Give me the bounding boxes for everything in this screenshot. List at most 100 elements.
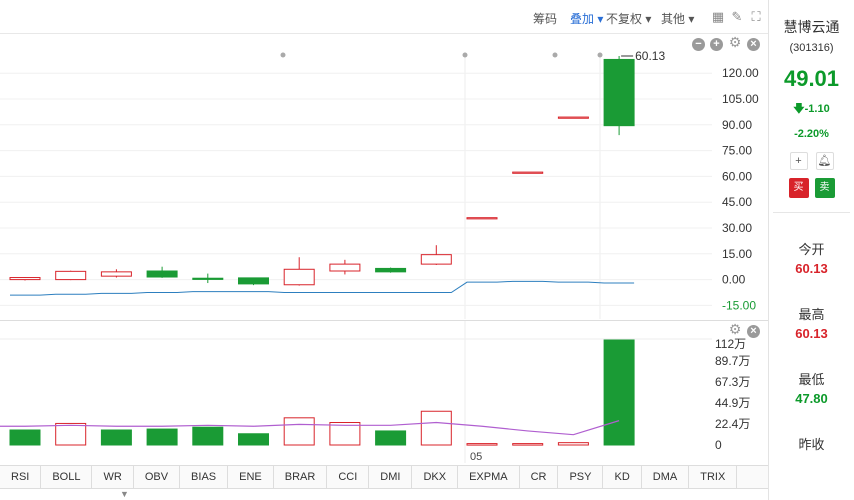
indicator-tabbar: RSI BOLL WR OBV BIAS ENE BRAR CCI DMI DKX EXPMA CR P… [0, 465, 768, 489]
prev-close-stat: 昨收 [769, 434, 854, 453]
y-tick-label: 60.00 [722, 169, 752, 183]
candle-body [9, 277, 41, 281]
stock-name: 慧博云通 [783, 19, 840, 35]
x-tick-label: 05 [470, 451, 482, 463]
y-tick-label: 90.00 [722, 118, 752, 132]
chips-button[interactable]: 筹码 [533, 10, 557, 27]
collapse-arrow-icon[interactable]: ▼ [120, 489, 129, 499]
draw-icon[interactable]: ✎ [730, 10, 744, 24]
marker-dot [552, 52, 558, 58]
candlestick-chart[interactable]: 120.00 105.00 90.00 75.00 60.00 45.00 30.00 15.… [0, 34, 768, 320]
y-tick-label: 15.00 [722, 247, 752, 261]
current-price: 49.01 [783, 66, 840, 91]
y-tick-label: 30.00 [722, 221, 752, 235]
vol-tick-label: 0 [715, 438, 722, 452]
price-change: 🡇-1.10 [769, 100, 854, 119]
tab-obv[interactable]: OBV [134, 466, 181, 488]
marker-dot [462, 52, 468, 58]
volume-bar [420, 410, 452, 446]
bottom-strip [0, 489, 768, 500]
volume-bar [466, 443, 498, 446]
tab-psy[interactable]: PSY [558, 466, 604, 488]
volume-bar [238, 433, 269, 446]
low-label: 最低 [798, 372, 825, 387]
tab-brar[interactable]: BRAR [274, 466, 328, 488]
volume-bar [375, 430, 407, 446]
adjust-label: 不复权 [606, 12, 643, 26]
y-tick-label: 120.00 [722, 66, 759, 80]
overlay-label: 叠加 [570, 12, 595, 26]
y-tick-label: 0.00 [722, 273, 746, 287]
candle-body [146, 270, 178, 278]
vol-tick-label: 67.3万 [715, 375, 750, 389]
chart-area: 筹码 叠加 ▾ 不复权 ▾ 其他 ▾ ▦ ✎ ⛶ − + ⚙ × 120.00 105.… [0, 0, 768, 500]
vol-tick-label: 22.4万 [715, 417, 750, 431]
candle-body [512, 171, 544, 174]
open-label: 今开 [798, 242, 825, 257]
volume-bar [603, 339, 635, 446]
tab-wr[interactable]: WR [92, 466, 134, 488]
tab-ene[interactable]: ENE [228, 466, 274, 488]
overlay-button[interactable]: 叠加 ▾ [570, 10, 603, 27]
candle-body [557, 116, 589, 119]
y-tick-label: -15.00 [722, 298, 756, 312]
alert-bell-icon[interactable]: 🔔︎ [815, 152, 834, 170]
tab-cci[interactable]: CCI [327, 466, 370, 488]
high-value: 60.13 [795, 326, 828, 341]
prev-close-label: 昨收 [798, 437, 825, 452]
candle-body [55, 270, 87, 281]
sell-button[interactable]: 卖 [814, 178, 835, 198]
open-stat: 今开 60.13 [769, 239, 854, 276]
grid-icon[interactable]: ▦ [711, 10, 725, 24]
candle-body [192, 277, 224, 280]
candle-body [375, 267, 407, 273]
tab-boll[interactable]: BOLL [41, 466, 93, 488]
open-value: 60.13 [795, 261, 828, 276]
tab-trix[interactable]: TRIX [689, 466, 738, 488]
tab-dkx[interactable]: DKX [412, 466, 459, 488]
volume-bar [100, 429, 132, 446]
low-value: 47.80 [795, 391, 828, 406]
candle-body [466, 217, 498, 220]
candle-body [420, 254, 452, 265]
volume-bar [512, 443, 544, 446]
vol-tick-label: 112万 [715, 337, 746, 351]
candle-body [603, 58, 635, 127]
adjust-dropdown[interactable]: 不复权 ▾ [606, 10, 651, 27]
chart-toolbar: 筹码 叠加 ▾ 不复权 ▾ 其他 ▾ ▦ ✎ ⛶ [0, 0, 768, 34]
tab-bias[interactable]: BIAS [180, 466, 229, 488]
vol-tick-label: 44.9万 [715, 396, 750, 410]
fullscreen-icon[interactable]: ⛶ [749, 10, 763, 24]
down-arrow-icon: 🡇 [793, 103, 805, 115]
add-watchlist-icon[interactable]: + [789, 152, 808, 170]
volume-chart[interactable]: 112万 89.7万 67.3万 44.9万 22.4万 0 05 [0, 321, 768, 463]
marker-dot [597, 52, 603, 58]
high-stat: 最高 60.13 [769, 304, 854, 341]
candle-body [238, 277, 269, 285]
other-dropdown[interactable]: 其他 ▾ [661, 10, 694, 27]
candle-body [283, 268, 315, 286]
volume-panel: ⚙ × 112万 89.7万 67.3万 44.9万 22.4万 0 05 [0, 320, 768, 463]
tab-dma[interactable]: DMA [642, 466, 690, 488]
candle-body [100, 271, 132, 277]
change-percent: -2.20% [794, 128, 829, 140]
quote-sidebar: 慧博云通 (301316) 49.01 🡇-1.10 -2.20% + 🔔︎ 买… [768, 0, 854, 500]
y-tick-label: 75.00 [722, 144, 752, 158]
sidebar-divider [773, 212, 850, 213]
other-label: 其他 [661, 12, 686, 26]
y-tick-label: 105.00 [722, 92, 759, 106]
high-label: 最高 [798, 307, 825, 322]
buy-button[interactable]: 买 [788, 178, 809, 198]
candle-body [329, 263, 361, 272]
marker-dot [280, 52, 286, 58]
tab-rsi[interactable]: RSI [0, 466, 42, 488]
volume-bar [283, 417, 315, 446]
volume-bar [146, 428, 178, 446]
stock-code: (301316) [789, 42, 834, 54]
low-stat: 最低 47.80 [769, 369, 854, 406]
vol-tick-label: 89.7万 [715, 354, 750, 368]
tab-cr[interactable]: CR [520, 466, 559, 488]
tab-kd[interactable]: KD [603, 466, 642, 488]
tab-dmi[interactable]: DMI [369, 466, 413, 488]
tab-expma[interactable]: EXPMA [458, 466, 520, 488]
